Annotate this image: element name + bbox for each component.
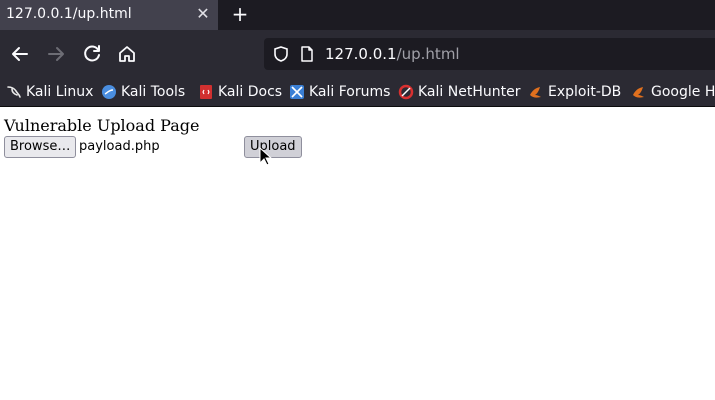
page-content: Vulnerable Upload Page Browse… payload.p… xyxy=(0,107,715,400)
kali-docs-icon xyxy=(198,84,214,100)
forward-arrow-icon[interactable] xyxy=(44,42,68,66)
url-path: /up.html xyxy=(396,45,460,63)
url-host: 127.0.0.1 xyxy=(325,45,397,63)
bookmarks-bar: Kali Linux Kali Tools Kali Docs Kali For… xyxy=(0,78,715,107)
bookmark-kali-forums[interactable]: Kali Forums xyxy=(289,82,390,102)
url-bar[interactable]: 127.0.0.1/up.html xyxy=(264,38,715,70)
home-icon[interactable] xyxy=(115,42,139,66)
tab-title: 127.0.0.1/up.html xyxy=(6,6,132,22)
bookmark-label: Google Ha xyxy=(651,84,715,100)
bookmark-label: Kali Forums xyxy=(309,84,391,100)
bookmark-label: Kali Docs xyxy=(218,84,283,100)
selected-file-name: payload.php xyxy=(79,139,160,154)
bookmark-label: Exploit-DB xyxy=(548,84,622,100)
tab-strip: 127.0.0.1/up.html ✕ + xyxy=(0,0,715,30)
tab-active[interactable]: 127.0.0.1/up.html ✕ xyxy=(0,0,218,30)
bookmark-google-hacking[interactable]: Google Ha xyxy=(631,82,715,102)
page-info-icon[interactable] xyxy=(298,45,316,67)
kali-nethunter-icon xyxy=(398,84,414,100)
bookmark-label: Kali Linux xyxy=(26,84,94,100)
bookmark-kali-docs[interactable]: Kali Docs xyxy=(198,82,282,102)
tab-close-icon[interactable]: ✕ xyxy=(193,4,213,24)
google-hacking-icon xyxy=(631,84,647,100)
nav-toolbar: 127.0.0.1/up.html xyxy=(0,30,715,78)
url-text: 127.0.0.1/up.html xyxy=(325,45,460,63)
back-arrow-icon[interactable] xyxy=(8,42,32,66)
page-title: Vulnerable Upload Page xyxy=(4,116,200,135)
bookmark-kali-linux[interactable]: Kali Linux xyxy=(6,82,93,102)
bookmark-label: Kali Tools xyxy=(121,84,186,100)
new-tab-icon[interactable]: + xyxy=(229,3,251,25)
kali-tools-icon xyxy=(101,84,117,100)
bookmark-exploit-db[interactable]: Exploit-DB xyxy=(528,82,621,102)
reload-icon[interactable] xyxy=(80,42,104,66)
browse-button[interactable]: Browse… xyxy=(4,136,77,158)
kali-forums-icon xyxy=(289,84,305,100)
bookmark-kali-tools[interactable]: Kali Tools xyxy=(101,82,185,102)
bookmark-kali-nethunter[interactable]: Kali NetHunter xyxy=(398,82,520,102)
exploit-db-icon xyxy=(528,84,544,100)
shield-icon[interactable] xyxy=(272,45,290,67)
bookmark-label: Kali NetHunter xyxy=(418,84,521,100)
mouse-pointer-icon xyxy=(259,146,273,167)
kali-dragon-icon xyxy=(6,84,22,100)
